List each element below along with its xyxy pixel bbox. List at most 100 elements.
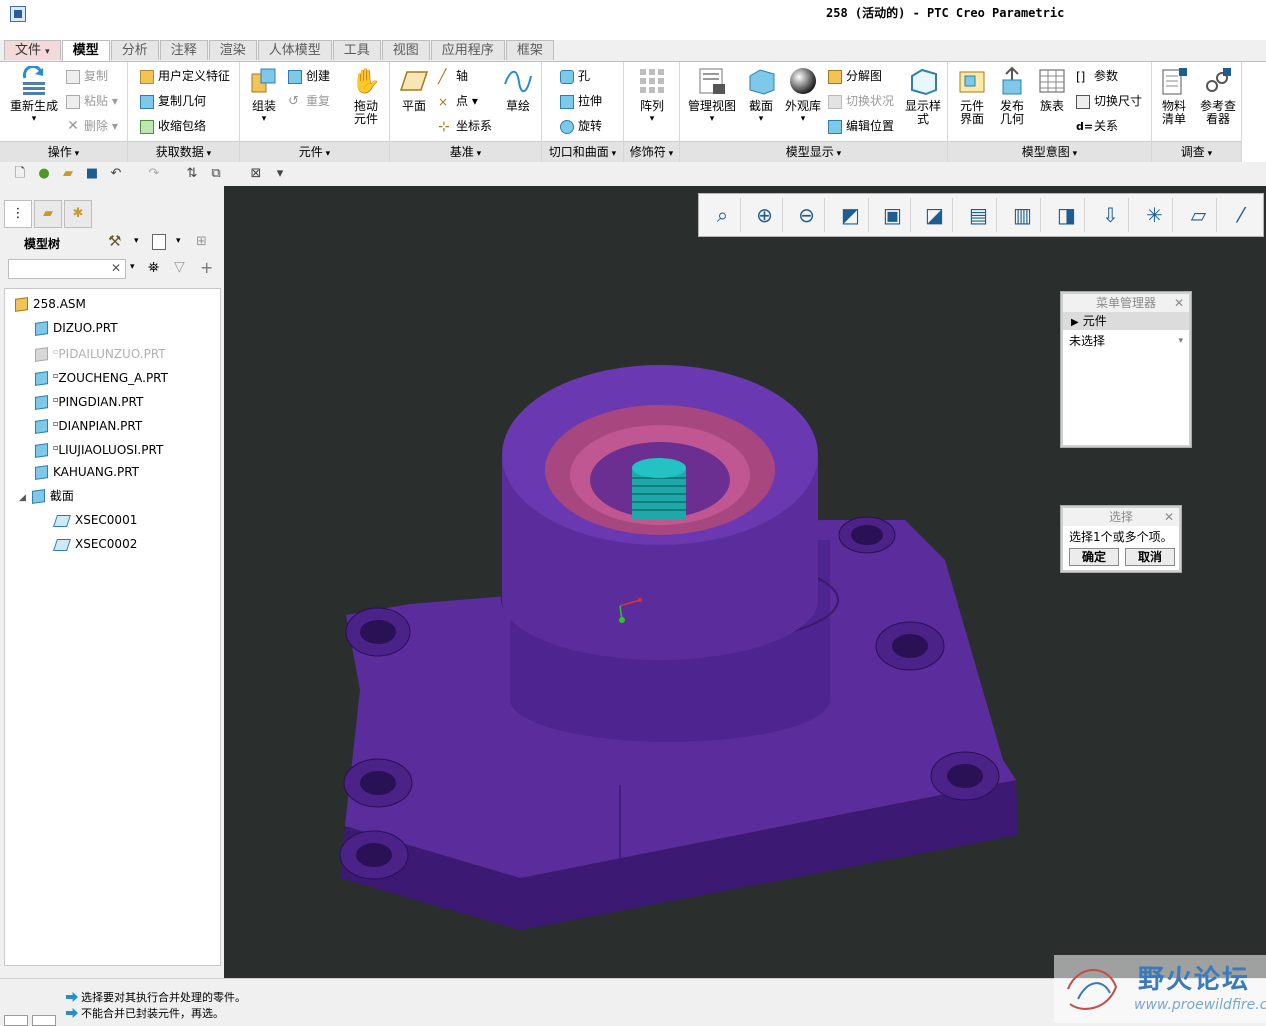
new-file-icon[interactable]: 🗋 bbox=[12, 166, 28, 182]
copy-geometry-button[interactable]: 复制几何 bbox=[140, 91, 206, 111]
paste-button[interactable]: 粘贴 ▾ bbox=[66, 91, 118, 111]
reference-viewer-button[interactable]: 参考查 看器 bbox=[1196, 66, 1240, 126]
axis-button[interactable]: ╱ 轴 bbox=[438, 66, 468, 86]
view-manager-icon[interactable]: ▤ bbox=[961, 198, 997, 232]
close-window-icon[interactable]: ⊠ bbox=[248, 166, 264, 182]
tab-model[interactable]: 模型 bbox=[61, 40, 110, 62]
manage-views-button[interactable]: 管理视图 ▾ bbox=[686, 66, 738, 126]
group-model-intent-label[interactable]: 模型意图 bbox=[948, 141, 1151, 162]
publish-geometry-button[interactable]: 发布 几何 bbox=[992, 66, 1032, 126]
group-component-label[interactable]: 元件 bbox=[240, 141, 389, 162]
edit-position-button[interactable]: 编辑位置 bbox=[828, 116, 894, 136]
drag-components-button[interactable]: ✋ 拖动 元件 bbox=[346, 66, 386, 126]
open-session-icon[interactable]: ● bbox=[36, 166, 52, 182]
zoom-out-icon[interactable]: ⊖ bbox=[789, 198, 825, 232]
repaint-icon[interactable]: ◩ bbox=[833, 198, 869, 232]
relations-button[interactable]: d=关系 bbox=[1076, 116, 1118, 136]
tree-item[interactable]: ▫ZOUCHENG_A.PRT bbox=[35, 365, 168, 387]
assemble-button[interactable]: 组装 ▾ bbox=[244, 66, 284, 126]
chevron-down-icon[interactable]: ▾ bbox=[130, 262, 135, 272]
plane-display-icon[interactable]: ▱ bbox=[1181, 198, 1217, 232]
udf-button[interactable]: 用户定义特征 bbox=[140, 66, 230, 86]
tree-columns-icon[interactable]: ⊞ bbox=[196, 234, 207, 249]
tab-annotate[interactable]: 注释 bbox=[159, 40, 208, 60]
extrude-button[interactable]: 拉伸 bbox=[560, 91, 602, 111]
tab-file[interactable]: 文件 ▾ bbox=[4, 40, 61, 60]
undo-icon[interactable]: ↶ bbox=[108, 166, 124, 182]
tree-item[interactable]: DIZUO.PRT bbox=[35, 317, 118, 339]
group-get-data-label[interactable]: 获取数据 bbox=[128, 141, 239, 162]
datum-display-icon[interactable]: ✳ bbox=[1137, 198, 1173, 232]
group-cut-surface-label[interactable]: 切口和曲面 bbox=[542, 141, 623, 162]
perspective-icon[interactable]: ▥ bbox=[1005, 198, 1041, 232]
sketch-button[interactable]: 草绘 bbox=[498, 66, 538, 113]
group-investigate-label[interactable]: 调查 bbox=[1152, 141, 1241, 162]
find-binoculars-icon[interactable]: ⛯ bbox=[148, 260, 159, 276]
tree-item[interactable]: ▫DIANPIAN.PRT bbox=[35, 413, 142, 435]
display-style-icon[interactable]: ▣ bbox=[875, 198, 911, 232]
tree-search-field[interactable] bbox=[11, 261, 111, 279]
expand-triangle-icon[interactable]: ◢ bbox=[19, 493, 26, 503]
close-icon[interactable]: ✕ bbox=[1164, 508, 1174, 526]
revolve-button[interactable]: 旋转 bbox=[560, 116, 602, 136]
folder-browser-tab[interactable]: ▰ bbox=[34, 200, 62, 228]
regenerate-small-icon[interactable]: ⇅ bbox=[184, 166, 200, 182]
tab-framework[interactable]: 框架 bbox=[505, 40, 554, 60]
close-icon[interactable]: ✕ bbox=[1174, 294, 1184, 312]
group-modifiers-label[interactable]: 修饰符 bbox=[624, 141, 679, 162]
tree-search-input[interactable]: ✕ bbox=[8, 259, 126, 279]
selection-dropdown[interactable]: 未选择 ▾ bbox=[1063, 330, 1189, 352]
explode-button[interactable]: 分解图 bbox=[828, 66, 882, 86]
add-icon[interactable]: + bbox=[200, 258, 213, 277]
point-button[interactable]: × 点 ▾ bbox=[438, 91, 478, 111]
plane-button[interactable]: 平面 bbox=[394, 66, 434, 113]
group-operations-label[interactable]: 操作 bbox=[0, 141, 127, 162]
tree-item[interactable]: KAHUANG.PRT bbox=[35, 461, 139, 483]
ok-button[interactable]: 确定 bbox=[1069, 548, 1119, 566]
toggle-dimensions-button[interactable]: 切换尺寸 bbox=[1076, 91, 1142, 111]
section-view-icon[interactable]: ◨ bbox=[1049, 198, 1085, 232]
tree-item[interactable]: ▫LIUJIAOLUOSI.PRT bbox=[35, 437, 163, 459]
saved-orientations-icon[interactable]: ◪ bbox=[917, 198, 953, 232]
group-model-display-label[interactable]: 模型显示 bbox=[680, 141, 947, 162]
tree-item-sections-folder[interactable]: ◢ 截面 bbox=[19, 485, 74, 507]
open-folder-icon[interactable]: ▰ bbox=[60, 166, 76, 182]
tab-analysis[interactable]: 分析 bbox=[110, 40, 159, 60]
tab-view[interactable]: 视图 bbox=[381, 40, 430, 60]
clear-search-icon[interactable]: ✕ bbox=[111, 261, 121, 275]
bom-button[interactable]: 物料 清单 bbox=[1154, 66, 1194, 126]
toggle-status-button[interactable]: 切换状况 bbox=[828, 91, 894, 111]
redo-icon[interactable]: ↷ bbox=[146, 166, 162, 182]
tree-item[interactable]: ▫PIDAILUNZUO.PRT bbox=[35, 341, 166, 363]
browser-toggle-icon[interactable] bbox=[32, 1015, 56, 1026]
chevron-down-icon[interactable]: ▾ bbox=[176, 236, 181, 246]
chevron-down-icon[interactable]: ▾ bbox=[134, 236, 139, 246]
tab-render[interactable]: 渲染 bbox=[208, 40, 257, 60]
tree-item[interactable]: XSEC0002 bbox=[53, 533, 137, 555]
model-tree-tab[interactable]: ⋮ bbox=[4, 200, 32, 228]
windows-icon[interactable]: ⧉ bbox=[208, 166, 224, 182]
display-style-button[interactable]: 显示样 式 bbox=[902, 66, 944, 126]
tab-manikin[interactable]: 人体模型 bbox=[257, 40, 332, 60]
axis-display-icon[interactable]: ⁄ bbox=[1223, 198, 1259, 232]
group-datum-label[interactable]: 基准 bbox=[390, 141, 541, 162]
csys-button[interactable]: ⊹ 坐标系 bbox=[438, 116, 492, 136]
tab-applications[interactable]: 应用程序 bbox=[430, 40, 505, 60]
delete-button[interactable]: ✕ 删除 ▾ bbox=[66, 116, 118, 136]
spin-center-icon[interactable]: ⇩ bbox=[1093, 198, 1129, 232]
pattern-button[interactable]: 阵列 ▾ bbox=[632, 66, 672, 126]
hole-button[interactable]: 孔 bbox=[560, 66, 590, 86]
copy-button[interactable]: 复制 bbox=[66, 66, 108, 86]
tab-tools[interactable]: 工具 bbox=[332, 40, 381, 60]
tree-item[interactable]: ▫PINGDIAN.PRT bbox=[35, 389, 143, 411]
repeat-button[interactable]: ↺ 重复 bbox=[288, 91, 330, 111]
app-icon[interactable] bbox=[10, 6, 26, 22]
regenerate-button[interactable]: 重新生成 ▾ bbox=[8, 64, 60, 126]
family-table-button[interactable]: 族表 bbox=[1034, 66, 1070, 113]
tree-item-root[interactable]: 258.ASM bbox=[15, 293, 86, 315]
appearance-button[interactable]: 外观库 ▾ bbox=[782, 66, 824, 126]
create-component-button[interactable]: 创建 bbox=[288, 66, 330, 86]
cancel-button[interactable]: 取消 bbox=[1125, 548, 1175, 566]
component-interface-button[interactable]: 元件 界面 bbox=[952, 66, 992, 126]
section-button[interactable]: 截面 ▾ bbox=[742, 66, 780, 126]
